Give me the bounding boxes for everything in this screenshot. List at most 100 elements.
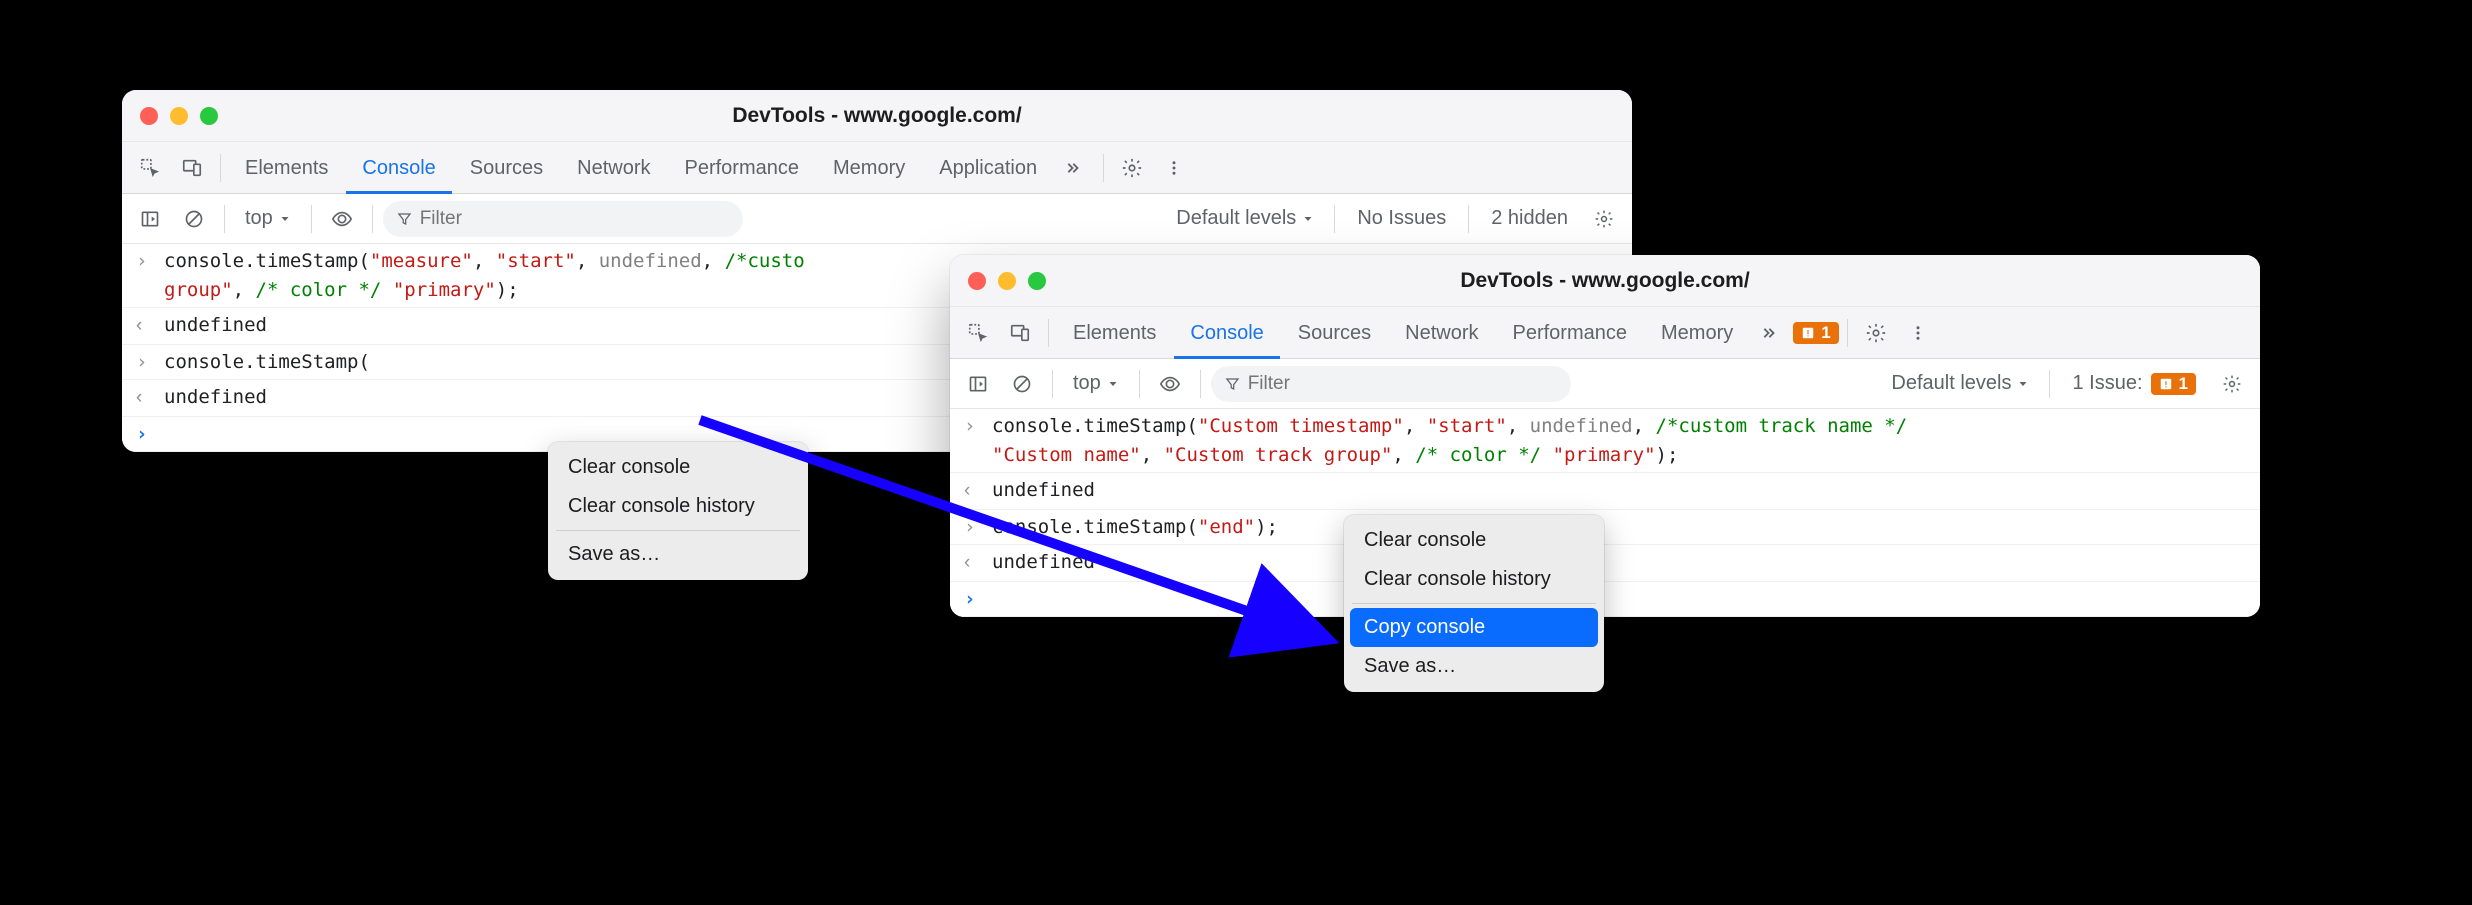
tab-memory[interactable]: Memory bbox=[817, 142, 921, 194]
divider bbox=[1334, 205, 1335, 233]
output-marker-icon bbox=[136, 311, 152, 341]
context-label: top bbox=[1073, 372, 1101, 395]
divider bbox=[220, 154, 221, 182]
tab-elements[interactable]: Elements bbox=[229, 142, 344, 194]
context-selector[interactable]: top bbox=[1063, 368, 1129, 399]
chevron-down-icon bbox=[1302, 213, 1314, 225]
output-marker-icon bbox=[136, 383, 152, 413]
settings-icon[interactable] bbox=[1112, 148, 1152, 188]
inspect-icon[interactable] bbox=[130, 148, 170, 188]
filter-input[interactable] bbox=[1211, 366, 1571, 402]
menu-clear-console[interactable]: Clear console bbox=[1350, 521, 1598, 560]
live-expression-icon[interactable] bbox=[322, 199, 362, 239]
tab-performance[interactable]: Performance bbox=[1497, 307, 1644, 359]
context-selector[interactable]: top bbox=[235, 203, 301, 234]
divider bbox=[1200, 370, 1201, 398]
issues-link[interactable]: 1 Issue: 1 bbox=[2060, 372, 2208, 395]
titlebar[interactable]: DevTools - www.google.com/ bbox=[122, 90, 1632, 142]
console-input-row[interactable]: console.timeStamp("Custom timestamp", "s… bbox=[950, 409, 2260, 473]
menu-clear-history[interactable]: Clear console history bbox=[554, 487, 802, 526]
tab-memory[interactable]: Memory bbox=[1645, 307, 1749, 359]
window-title: DevTools - www.google.com/ bbox=[122, 104, 1632, 128]
tab-application[interactable]: Application bbox=[923, 142, 1053, 194]
kebab-menu-icon[interactable] bbox=[1898, 313, 1938, 353]
console-toolbar: top Default levels 1 Issue: 1 bbox=[950, 359, 2260, 409]
live-expression-icon[interactable] bbox=[1150, 364, 1190, 404]
divider bbox=[224, 205, 225, 233]
divider bbox=[311, 205, 312, 233]
input-marker-icon bbox=[136, 247, 152, 304]
menu-save-as[interactable]: Save as… bbox=[554, 535, 802, 574]
issue-icon bbox=[1801, 326, 1815, 340]
menu-copy-console[interactable]: Copy console bbox=[1350, 608, 1598, 647]
traffic-lights bbox=[968, 272, 1046, 290]
menu-save-as[interactable]: Save as… bbox=[1350, 647, 1598, 686]
prompt-marker-icon bbox=[136, 420, 152, 449]
settings-icon[interactable] bbox=[2212, 364, 2252, 404]
menu-clear-console[interactable]: Clear console bbox=[554, 448, 802, 487]
more-tabs-icon[interactable] bbox=[1751, 313, 1791, 353]
filter-field[interactable] bbox=[1248, 373, 1557, 395]
zoom-icon[interactable] bbox=[1028, 272, 1046, 290]
input-marker-icon bbox=[136, 348, 152, 377]
context-menu-left: Clear console Clear console history Save… bbox=[548, 442, 808, 580]
input-marker-icon bbox=[964, 412, 980, 469]
tab-network[interactable]: Network bbox=[1389, 307, 1494, 359]
filter-icon bbox=[397, 211, 412, 227]
divider bbox=[2049, 370, 2050, 398]
menu-clear-history[interactable]: Clear console history bbox=[1350, 560, 1598, 599]
output-marker-icon bbox=[964, 548, 980, 578]
clear-console-icon[interactable] bbox=[174, 199, 214, 239]
menu-separator bbox=[556, 530, 800, 531]
devtools-tabstrip: Elements Console Sources Network Perform… bbox=[122, 142, 1632, 194]
console-prompt-row[interactable] bbox=[950, 582, 2260, 618]
levels-selector[interactable]: Default levels bbox=[1166, 203, 1324, 234]
divider bbox=[1052, 370, 1053, 398]
minimize-icon[interactable] bbox=[998, 272, 1016, 290]
filter-input[interactable] bbox=[383, 201, 743, 237]
tab-network[interactable]: Network bbox=[561, 142, 666, 194]
issues-badge[interactable]: 1 bbox=[1793, 322, 1838, 344]
device-toggle-icon[interactable] bbox=[1000, 313, 1040, 353]
context-label: top bbox=[245, 207, 273, 230]
tab-elements[interactable]: Elements bbox=[1057, 307, 1172, 359]
close-icon[interactable] bbox=[968, 272, 986, 290]
device-toggle-icon[interactable] bbox=[172, 148, 212, 188]
sidebar-toggle-icon[interactable] bbox=[130, 199, 170, 239]
input-marker-icon bbox=[964, 513, 980, 542]
tab-console[interactable]: Console bbox=[346, 142, 451, 194]
levels-selector[interactable]: Default levels bbox=[1881, 368, 2039, 399]
context-menu-right: Clear console Clear console history Copy… bbox=[1344, 515, 1604, 692]
devtools-tabstrip: Elements Console Sources Network Perform… bbox=[950, 307, 2260, 359]
console-input-row[interactable]: console.timeStamp("end"); bbox=[950, 510, 2260, 546]
hidden-text[interactable]: 2 hidden bbox=[1479, 207, 1580, 230]
issue-icon bbox=[2159, 377, 2173, 391]
tab-sources[interactable]: Sources bbox=[454, 142, 559, 194]
more-tabs-icon[interactable] bbox=[1055, 148, 1095, 188]
settings-icon[interactable] bbox=[1584, 199, 1624, 239]
settings-icon[interactable] bbox=[1856, 313, 1896, 353]
tab-console[interactable]: Console bbox=[1174, 307, 1279, 359]
menu-separator bbox=[1352, 603, 1596, 604]
issues-text[interactable]: No Issues bbox=[1345, 207, 1458, 230]
console-result-row: undefined bbox=[950, 545, 2260, 582]
filter-icon bbox=[1225, 376, 1240, 392]
minimize-icon[interactable] bbox=[170, 107, 188, 125]
divider bbox=[1103, 154, 1104, 182]
kebab-menu-icon[interactable] bbox=[1154, 148, 1194, 188]
close-icon[interactable] bbox=[140, 107, 158, 125]
divider bbox=[1468, 205, 1469, 233]
console-body: console.timeStamp("Custom timestamp", "s… bbox=[950, 409, 2260, 617]
sidebar-toggle-icon[interactable] bbox=[958, 364, 998, 404]
output-marker-icon bbox=[964, 476, 980, 506]
clear-console-icon[interactable] bbox=[1002, 364, 1042, 404]
issues-badge: 1 bbox=[2151, 373, 2196, 395]
tab-performance[interactable]: Performance bbox=[669, 142, 816, 194]
titlebar[interactable]: DevTools - www.google.com/ bbox=[950, 255, 2260, 307]
chevron-down-icon bbox=[2017, 378, 2029, 390]
chevron-down-icon bbox=[279, 213, 291, 225]
filter-field[interactable] bbox=[420, 208, 729, 230]
tab-sources[interactable]: Sources bbox=[1282, 307, 1387, 359]
zoom-icon[interactable] bbox=[200, 107, 218, 125]
inspect-icon[interactable] bbox=[958, 313, 998, 353]
